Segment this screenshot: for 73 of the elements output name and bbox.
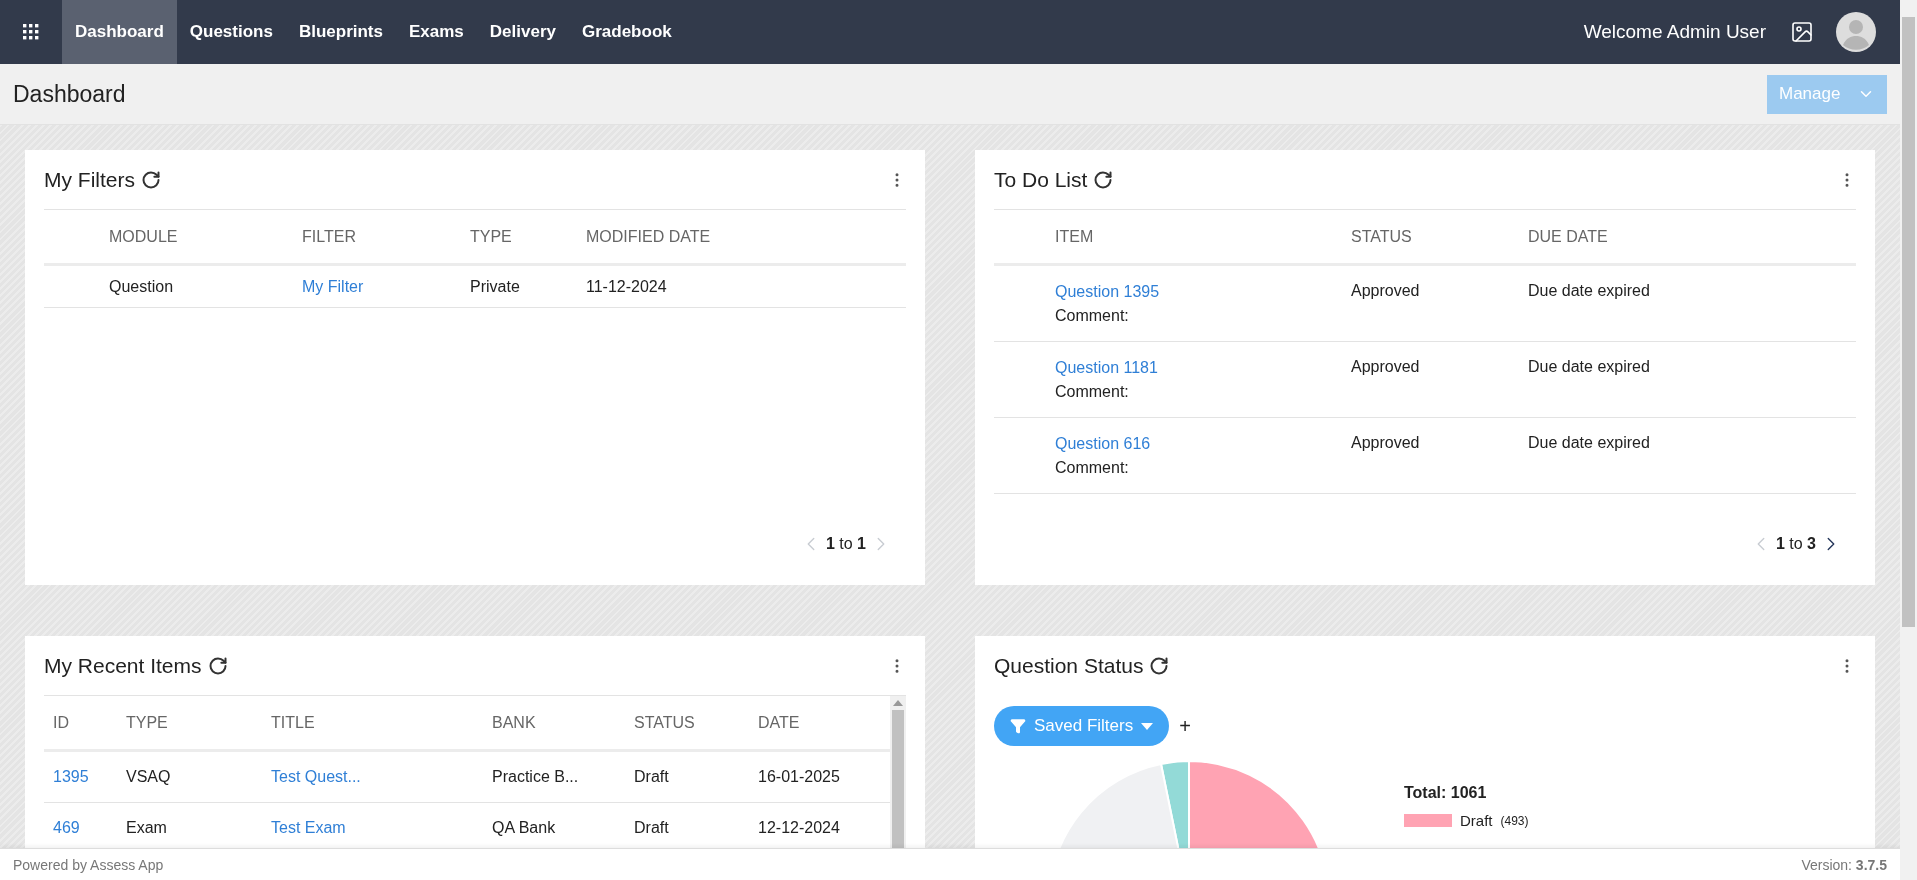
- table-cell-text: Exam: [126, 819, 168, 837]
- column-header: TYPE: [126, 713, 169, 732]
- column-header: ID: [53, 713, 70, 732]
- due-date-text: Due date expired: [1528, 282, 1651, 300]
- refresh-icon[interactable]: [207, 655, 228, 676]
- nav-tab[interactable]: Gradebook: [569, 0, 685, 64]
- column-header: TYPE: [470, 227, 513, 246]
- scrollbar-thumb[interactable]: [1902, 17, 1915, 627]
- id-link[interactable]: 469: [53, 819, 80, 836]
- question-link[interactable]: Question 1181: [1055, 358, 1158, 376]
- column-header: MODULE: [109, 227, 179, 246]
- table-cell-text: 16-01-2025: [758, 768, 841, 786]
- saved-filters-button[interactable]: Saved Filters: [994, 706, 1170, 746]
- status-text: Approved: [1351, 282, 1421, 300]
- scrollbar-thumb[interactable]: [892, 710, 904, 848]
- comment-label: Comment:: [1055, 458, 1130, 477]
- refresh-icon[interactable]: [141, 169, 161, 190]
- avatar-icon[interactable]: [1836, 12, 1876, 52]
- comment-label: Comment:: [1055, 382, 1130, 401]
- version-text: Version: 3.7.5: [1801, 856, 1887, 873]
- image-icon[interactable]: [1790, 20, 1814, 44]
- due-date-text: Due date expired: [1528, 358, 1651, 376]
- table-cell-text: QA Bank: [492, 819, 557, 837]
- card-title: To Do List: [994, 167, 1088, 192]
- status-text: Approved: [1351, 358, 1421, 376]
- add-filter-button[interactable]: +: [1179, 714, 1191, 738]
- page-range: 1 to 1: [825, 535, 866, 553]
- column-header: TITLE: [271, 713, 316, 732]
- column-header: STATUS: [1351, 227, 1413, 246]
- table-cell-text: Draft: [634, 819, 670, 837]
- status-text: Approved: [1351, 434, 1421, 452]
- column-header: BANK: [492, 713, 537, 732]
- refresh-icon[interactable]: [1093, 169, 1114, 190]
- filter-icon: [1010, 718, 1026, 734]
- title-link[interactable]: Test Exam: [271, 819, 346, 836]
- question-link[interactable]: Question 616: [1055, 434, 1151, 452]
- nav-tab[interactable]: Delivery: [476, 0, 569, 64]
- due-date-text: Due date expired: [1528, 434, 1651, 452]
- nav-tab[interactable]: Blueprints: [285, 0, 396, 64]
- column-header: DUE DATE: [1528, 227, 1609, 246]
- column-header: ITEM: [1055, 227, 1095, 246]
- table-cell-text: Question: [109, 277, 175, 296]
- caret-down-icon: [1141, 722, 1154, 730]
- table-cell-text: 12-12-2024: [758, 819, 841, 837]
- nav-tab[interactable]: Questions: [176, 0, 286, 64]
- filter-link[interactable]: My Filter: [302, 277, 364, 295]
- column-header: FILTER: [302, 227, 357, 246]
- total-label: Total: 1061: [1404, 784, 1488, 802]
- card-title: Question Status: [994, 654, 1144, 678]
- question-link[interactable]: Question 1395: [1055, 282, 1160, 300]
- page-title: Dashboard: [13, 80, 126, 108]
- title-link[interactable]: Test Quest...: [271, 768, 361, 785]
- comment-label: Comment:: [1055, 306, 1130, 325]
- legend-label: Draft: [1460, 812, 1493, 829]
- powered-by-text: Powered by Assess App: [13, 856, 164, 873]
- table-cell-text: 11-12-2024: [586, 277, 668, 296]
- card-title: My Filters: [44, 167, 135, 192]
- welcome-text: Welcome Admin User: [1583, 21, 1766, 43]
- table-cell-text: Draft: [634, 768, 670, 786]
- column-header: DATE: [758, 713, 801, 732]
- card-title: My Recent Items: [44, 653, 202, 678]
- id-link[interactable]: 1395: [53, 768, 89, 785]
- legend-count: (493): [1500, 813, 1529, 828]
- column-header: STATUS: [634, 713, 696, 732]
- nav-tab[interactable]: Dashboard: [62, 0, 177, 64]
- table-cell-text: Practice B...: [492, 768, 580, 786]
- page-range: 1 to 3: [1775, 535, 1816, 553]
- nav-tab[interactable]: Exams: [396, 0, 477, 64]
- refresh-icon[interactable]: [1149, 656, 1170, 676]
- table-cell-text: VSAQ: [126, 768, 172, 786]
- apps-grid-icon[interactable]: [23, 24, 39, 40]
- column-header: MODIFIED DATE: [586, 227, 712, 246]
- table-cell-text: Private: [470, 277, 521, 296]
